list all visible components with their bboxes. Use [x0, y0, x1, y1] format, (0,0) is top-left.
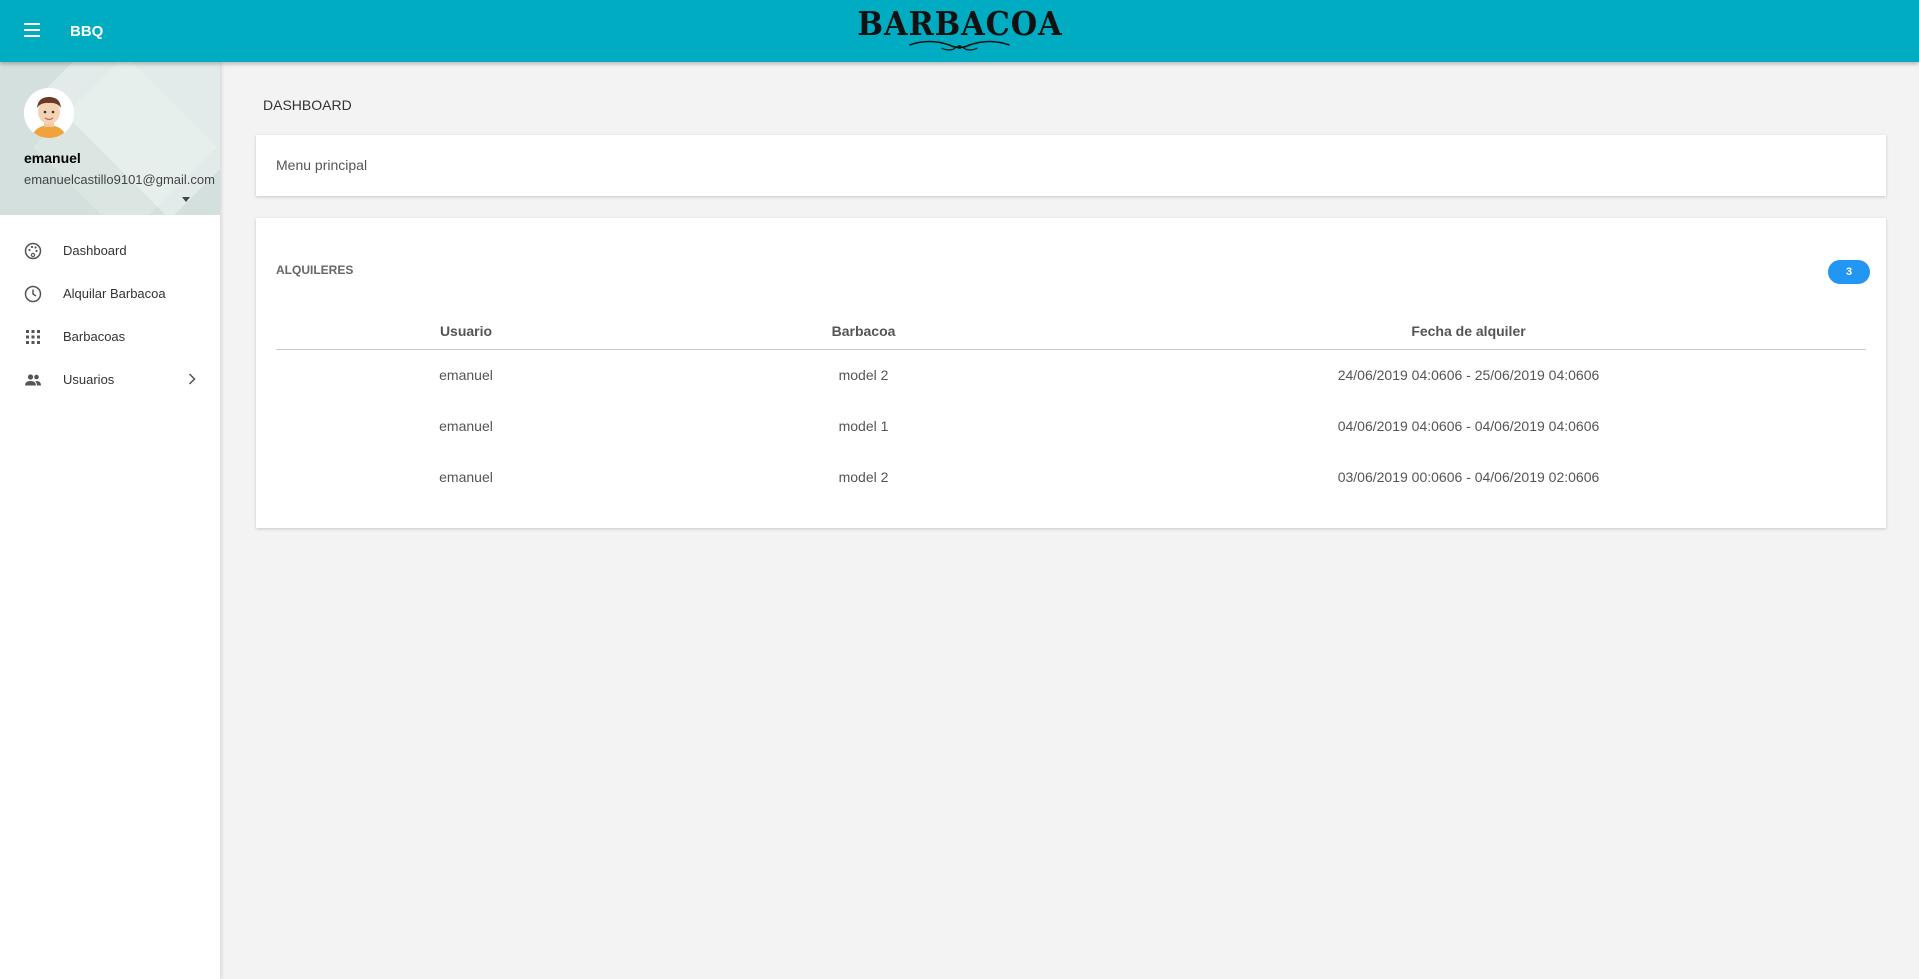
user-avatar-icon [24, 88, 74, 138]
cell-fecha: 03/06/2019 00:0606 - 04/06/2019 02:0606 [1337, 468, 1600, 485]
sidebar-item-label: Dashboard [63, 243, 127, 258]
user-menu-caret-icon[interactable] [182, 197, 190, 202]
rentals-table: Usuario Barbacoa Fecha de alquiler emanu… [276, 313, 1866, 502]
menu-toggle-icon[interactable] [24, 23, 40, 37]
palette-icon [24, 242, 42, 260]
cell-barbacoa: model 2 [838, 366, 889, 383]
table-header-row: Usuario Barbacoa Fecha de alquiler [276, 313, 1866, 350]
user-name: emanuel [24, 150, 81, 166]
column-header-fecha[interactable]: Fecha de alquiler [1071, 313, 1866, 350]
sidebar-item-label: Barbacoas [63, 329, 126, 344]
brand-logo-text: BARBACOA [856, 4, 1063, 43]
cell-usuario: emanuel [439, 417, 493, 434]
top-app-bar: BBQ BARBACOA [0, 0, 1919, 62]
rentals-count-badge: 3 [1828, 260, 1870, 284]
sidebar-item-label: Usuarios [63, 372, 115, 387]
sidebar-item-alquilar-barbacoa[interactable]: Alquilar Barbacoa [0, 272, 220, 315]
cell-barbacoa: model 2 [838, 468, 889, 485]
sidebar: emanuel emanuelcastillo9101@gmail.com Da… [0, 62, 220, 979]
user-email: emanuelcastillo9101@gmail.com [24, 172, 215, 187]
table-row[interactable]: emanuel model 1 04/06/2019 04:0606 - 04/… [276, 400, 1866, 451]
menu-card-text: Menu principal [276, 157, 368, 173]
user-panel: emanuel emanuelcastillo9101@gmail.com [0, 62, 220, 215]
table-row[interactable]: emanuel model 2 24/06/2019 04:0606 - 25/… [276, 349, 1866, 400]
people-icon [24, 371, 42, 389]
apps-grid-icon [24, 328, 42, 346]
rentals-card: ALQUILERES 3 Usuario Barbacoa Fecha de a… [256, 218, 1886, 528]
sidebar-item-barbacoas[interactable]: Barbacoas [0, 315, 220, 358]
cell-barbacoa: model 1 [838, 417, 889, 434]
cell-usuario: emanuel [439, 366, 493, 383]
table-row[interactable]: emanuel model 2 03/06/2019 00:0606 - 04/… [276, 451, 1866, 502]
sidebar-item-dashboard[interactable]: Dashboard [0, 229, 220, 272]
cell-fecha: 04/06/2019 04:0606 - 04/06/2019 04:0606 [1337, 417, 1600, 434]
column-header-usuario[interactable]: Usuario [276, 313, 656, 350]
rentals-title: ALQUILERES [276, 263, 354, 277]
column-header-barbacoa[interactable]: Barbacoa [656, 313, 1071, 350]
cell-usuario: emanuel [439, 468, 493, 485]
cell-fecha: 24/06/2019 04:0606 - 25/06/2019 04:0606 [1337, 366, 1600, 383]
page-title: DASHBOARD [263, 97, 352, 113]
main-menu-card: Menu principal [256, 135, 1886, 196]
chevron-right-icon [188, 373, 196, 385]
sidebar-nav: Dashboard Alquilar Barbacoa Barbacoas Us… [0, 215, 220, 401]
clock-icon [24, 285, 42, 303]
sidebar-item-label: Alquilar Barbacoa [63, 286, 166, 301]
avatar[interactable] [24, 88, 74, 138]
app-name: BBQ [70, 23, 104, 40]
brand-logo[interactable]: BARBACOA [848, 6, 1071, 52]
sidebar-item-usuarios[interactable]: Usuarios [0, 358, 220, 401]
